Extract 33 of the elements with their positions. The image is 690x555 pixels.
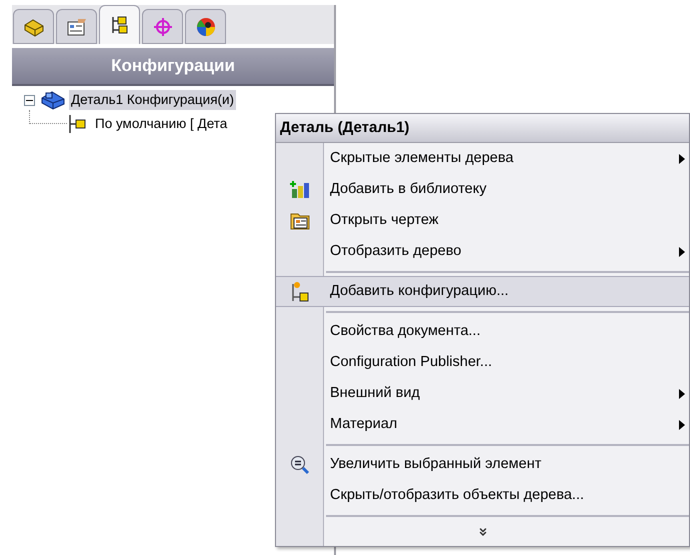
part-icon — [22, 16, 44, 36]
panel-tab[interactable] — [13, 9, 54, 44]
menu-item[interactable]: Свойства документа... — [276, 316, 689, 347]
library-add-icon — [290, 180, 310, 200]
panel-tab[interactable] — [99, 5, 140, 44]
menu-item[interactable]: Configuration Publisher... — [276, 347, 689, 378]
panel-tab[interactable] — [56, 9, 97, 44]
crosshair-icon — [152, 16, 174, 36]
collapse-toggle-icon[interactable] — [24, 94, 35, 106]
color-ball-icon — [194, 16, 216, 36]
menu-item[interactable]: Увеличить выбранный элемент — [276, 449, 689, 480]
menu-item[interactable]: Добавить в библиотеку — [276, 174, 689, 205]
part-icon — [40, 90, 66, 110]
panel-header: Конфигурации — [12, 48, 334, 86]
property-sheet-icon — [66, 16, 88, 36]
drawing-folder-icon — [290, 210, 310, 230]
menu-title: Деталь (Деталь1) — [276, 114, 689, 143]
tree-item-label[interactable]: По умолчанию [ Дета — [95, 114, 228, 134]
menu-item[interactable]: Отобразить дерево — [276, 236, 689, 267]
panel-tab[interactable] — [185, 9, 226, 44]
menu-item[interactable]: Скрыть/отобразить объекты дерева... — [276, 480, 689, 511]
submenu-arrow-icon — [679, 246, 685, 256]
menu-item[interactable]: Материал — [276, 409, 689, 440]
menu-item[interactable]: Добавить конфигурацию... — [276, 276, 689, 307]
submenu-arrow-icon — [679, 388, 685, 398]
submenu-arrow-icon — [679, 154, 685, 164]
menu-item[interactable]: Внешний вид — [276, 378, 689, 409]
menu-item[interactable]: Открыть чертеж — [276, 205, 689, 236]
zoom-icon — [290, 454, 310, 474]
submenu-arrow-icon — [679, 420, 685, 430]
add-configuration-icon — [290, 280, 310, 302]
menu-item[interactable]: Скрытые элементы дерева — [276, 143, 689, 174]
tree-item-label[interactable]: Деталь1 Конфигурация(и) — [69, 90, 236, 110]
